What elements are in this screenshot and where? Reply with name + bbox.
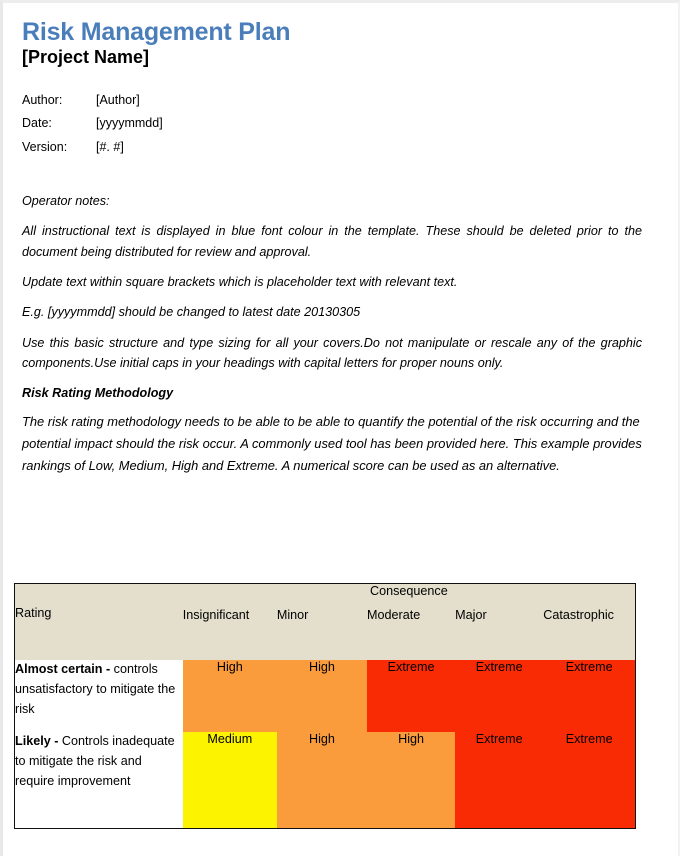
matrix-header-top-row: Consequence — [14, 583, 636, 606]
matrix-header-spacer-cell — [455, 623, 544, 660]
matrix-cell-r2c1: Medium — [182, 731, 277, 829]
matrix-header-spacer-cell — [182, 623, 277, 660]
matrix-cell-r1c2: High — [276, 659, 368, 732]
meta-label-version: Version: — [22, 139, 68, 154]
operator-note-1: All instructional text is displayed in b… — [22, 224, 642, 259]
table-row: Likely - Controls inadequate to mitigate… — [14, 731, 636, 829]
matrix-header-spacer-cell — [543, 623, 636, 660]
matrix-header-spacer-row — [14, 623, 636, 660]
project-name-placeholder: [Project Name] — [22, 47, 150, 67]
matrix-cell-r1c3: Extreme — [367, 659, 456, 732]
operator-note-2: Update text within square brackets which… — [22, 275, 458, 290]
matrix-rating-header: Rating — [14, 605, 183, 624]
matrix-header-row: Rating Insignificant Minor Moderate Majo… — [14, 605, 636, 624]
matrix-cell-r2c3: High — [367, 731, 456, 829]
meta-row-author: Author: [Author] — [22, 93, 163, 116]
matrix-consequence-header: Consequence — [182, 583, 636, 606]
meta-label-author: Author: — [22, 92, 63, 107]
document-metadata: Author: [Author] Date: [yyyymmdd] Versio… — [22, 93, 163, 163]
page-title: Risk Management Plan — [22, 18, 291, 46]
risk-rating-methodology-body: The risk rating methodology needs to be … — [22, 413, 642, 473]
operator-note-4: Use this basic structure and type sizing… — [22, 335, 642, 371]
meta-label-date: Date: — [22, 116, 52, 131]
meta-row-version: Version: [#. #] — [22, 140, 163, 163]
risk-rating-methodology-heading: Risk Rating Methodology — [22, 385, 174, 400]
meta-row-date: Date: [yyyymmdd] — [22, 116, 163, 139]
matrix-cell-r2c2: High — [276, 731, 368, 829]
matrix-cell-r1c1: High — [182, 659, 277, 732]
document-page: Risk Management Plan [Project Name] Auth… — [0, 0, 680, 856]
meta-value-author: [Author] — [96, 92, 140, 107]
risk-matrix-table: Consequence Rating Insignificant Minor M… — [14, 583, 636, 829]
matrix-header-spacer-cell — [276, 623, 368, 660]
document-body: Risk Management Plan [Project Name] Auth… — [22, 19, 642, 477]
matrix-consequence-moderate: Moderate — [367, 605, 456, 624]
matrix-header-spacer-cell — [367, 623, 456, 660]
risk-matrix-container: Consequence Rating Insignificant Minor M… — [14, 583, 636, 829]
table-row: Almost certain - controls unsatisfactory… — [14, 659, 636, 732]
meta-value-date: [yyyymmdd] — [96, 116, 163, 131]
matrix-rating-almost-certain-bold: Almost certain - — [15, 661, 111, 676]
matrix-header-spacer-cell — [14, 623, 183, 660]
matrix-consequence-catastrophic: Catastrophic — [543, 605, 636, 624]
meta-value-version: [#. #] — [96, 139, 124, 154]
matrix-rating-likely-bold: Likely - — [15, 733, 59, 748]
matrix-cell-r1c4: Extreme — [455, 659, 544, 732]
operator-notes-heading: Operator notes: — [22, 193, 110, 208]
matrix-rating-almost-certain: Almost certain - controls unsatisfactory… — [14, 659, 183, 732]
matrix-consequence-insignificant: Insignificant — [182, 605, 277, 624]
matrix-cell-r1c5: Extreme — [543, 659, 636, 732]
operator-notes-section: Operator notes: All instructional text i… — [22, 191, 642, 374]
matrix-cell-r2c4: Extreme — [455, 731, 544, 829]
matrix-consequence-minor: Minor — [276, 605, 368, 624]
operator-note-3: E.g. [yyyymmdd] should be changed to lat… — [22, 305, 361, 320]
matrix-consequence-major: Major — [455, 605, 544, 624]
matrix-cell-r2c5: Extreme — [543, 731, 636, 829]
matrix-header-corner — [14, 583, 183, 606]
matrix-rating-likely: Likely - Controls inadequate to mitigate… — [14, 731, 183, 829]
